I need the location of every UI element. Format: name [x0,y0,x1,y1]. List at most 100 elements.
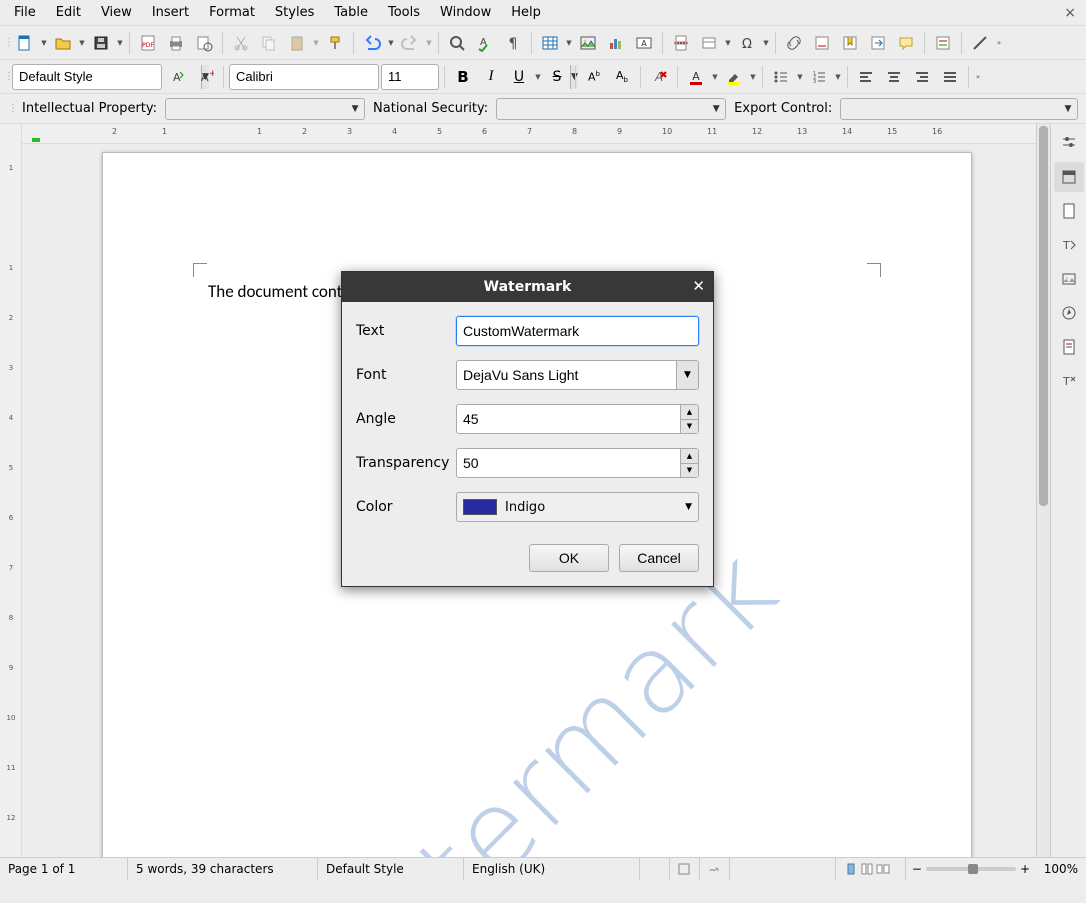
font-name-combo[interactable]: ▼ [229,64,379,90]
align-left-button[interactable] [853,64,879,90]
status-wordcount[interactable]: 5 words, 39 characters [128,858,318,880]
bullet-dropdown-icon[interactable]: ▼ [796,64,804,90]
font-color-dropdown-icon[interactable]: ▼ [711,64,719,90]
insert-field-button[interactable] [696,30,722,56]
dialog-titlebar[interactable]: Watermark ✕ [342,272,713,302]
hyperlink-button[interactable] [781,30,807,56]
footnote-button[interactable] [809,30,835,56]
open-button[interactable] [50,30,76,56]
menu-view[interactable]: View [91,2,142,23]
zoom-knob[interactable] [968,864,978,874]
paragraph-style-combo[interactable]: ▼ [12,64,162,90]
watermark-angle-input[interactable] [457,405,680,433]
underline-button[interactable]: U [506,64,532,90]
status-selection-mode[interactable] [670,858,700,880]
spin-down-icon[interactable]: ▼ [681,420,698,434]
bold-button[interactable]: B [450,64,476,90]
watermark-text-input[interactable] [456,316,699,346]
paste-dropdown-icon[interactable]: ▼ [312,30,320,56]
align-center-button[interactable] [881,64,907,90]
strikethrough-button[interactable]: S [544,64,570,90]
document-body-text[interactable]: The document contain [208,281,363,302]
book-view-icon[interactable] [876,862,890,876]
insert-textbox-button[interactable]: A [631,30,657,56]
zoom-out-icon[interactable]: − [912,862,922,876]
highlight-button[interactable] [721,64,747,90]
subscript-button[interactable]: Ab [609,64,635,90]
new-style-button[interactable]: A+ [192,64,218,90]
toolbar-grip-icon[interactable]: ⋮ [4,37,10,48]
toolbar-grip-icon[interactable]: ⋮ [4,71,10,82]
multi-page-icon[interactable] [860,862,874,876]
spellcheck-button[interactable]: A [472,30,498,56]
cancel-button[interactable]: Cancel [619,544,699,572]
insert-image-button[interactable] [575,30,601,56]
ec-dropdown[interactable]: ▼ [840,98,1078,120]
menu-table[interactable]: Table [324,2,378,23]
menu-help[interactable]: Help [501,2,551,23]
insert-field-dropdown-icon[interactable]: ▼ [724,30,732,56]
zoom-percent[interactable]: 100% [1036,858,1086,880]
comment-button[interactable] [893,30,919,56]
print-preview-button[interactable] [191,30,217,56]
menu-tools[interactable]: Tools [378,2,430,23]
cut-button[interactable] [228,30,254,56]
sidebar-accessibility-button[interactable]: T [1054,366,1084,396]
export-pdf-button[interactable]: PDF [135,30,161,56]
number-list-button[interactable]: 123 [806,64,832,90]
vertical-ruler[interactable]: 1 1 2 3 4 5 6 7 8 9 10 11 12 [0,124,22,857]
underline-dropdown-icon[interactable]: ▼ [534,64,542,90]
spin-up-icon[interactable]: ▲ [681,405,698,420]
update-style-button[interactable]: A [164,64,190,90]
spin-up-icon[interactable]: ▲ [681,449,698,464]
menu-file[interactable]: File [4,2,46,23]
status-page[interactable]: Page 1 of 1 [0,858,128,880]
save-button[interactable] [88,30,114,56]
status-signature[interactable] [700,858,730,880]
dialog-close-icon[interactable]: ✕ [692,277,705,295]
watermark-transparency-spinner[interactable]: ▲▼ [456,448,699,478]
copy-button[interactable] [256,30,282,56]
menu-insert[interactable]: Insert [142,2,199,23]
italic-button[interactable]: I [478,64,504,90]
special-char-dropdown-icon[interactable]: ▼ [762,30,770,56]
zoom-in-icon[interactable]: + [1020,862,1030,876]
spin-down-icon[interactable]: ▼ [681,464,698,478]
save-dropdown-icon[interactable]: ▼ [116,30,124,56]
watermark-color-dropdown[interactable]: Indigo ▼ [456,492,699,522]
sidebar-page-button[interactable] [1054,196,1084,226]
track-changes-button[interactable] [930,30,956,56]
clone-format-button[interactable] [322,30,348,56]
status-insert-mode[interactable] [640,858,670,880]
watermark-transparency-input[interactable] [457,449,680,477]
toolbar-grip-icon[interactable]: ⋮ [8,103,14,114]
status-view-buttons[interactable] [836,858,906,880]
open-dropdown-icon[interactable]: ▼ [78,30,86,56]
font-color-button[interactable]: A [683,64,709,90]
menu-edit[interactable]: Edit [46,2,91,23]
insert-table-dropdown-icon[interactable]: ▼ [565,30,573,56]
new-button[interactable] [12,30,38,56]
redo-button[interactable] [397,30,423,56]
menu-window[interactable]: Window [430,2,501,23]
sidebar-manage-changes-button[interactable] [1054,332,1084,362]
status-language[interactable]: English (UK) [464,858,640,880]
bullet-list-button[interactable] [768,64,794,90]
sidebar-properties-button[interactable] [1054,162,1084,192]
paste-button[interactable] [284,30,310,56]
ns-dropdown[interactable]: ▼ [496,98,726,120]
vertical-scrollbar[interactable] [1036,124,1050,857]
formatting-overflow-icon[interactable]: » [974,64,982,90]
watermark-font-combo[interactable]: ▼ [456,360,699,390]
new-dropdown-icon[interactable]: ▼ [40,30,48,56]
print-button[interactable] [163,30,189,56]
formatting-marks-button[interactable]: ¶ [500,30,526,56]
sidebar-settings-button[interactable] [1054,128,1084,158]
line-button[interactable] [967,30,993,56]
menu-styles[interactable]: Styles [265,2,324,23]
ip-dropdown[interactable]: ▼ [165,98,365,120]
insert-chart-button[interactable] [603,30,629,56]
chevron-down-icon[interactable]: ▼ [676,361,698,389]
toolbar-overflow-icon[interactable]: » [995,30,1003,56]
zoom-slider[interactable]: − + [906,862,1036,876]
